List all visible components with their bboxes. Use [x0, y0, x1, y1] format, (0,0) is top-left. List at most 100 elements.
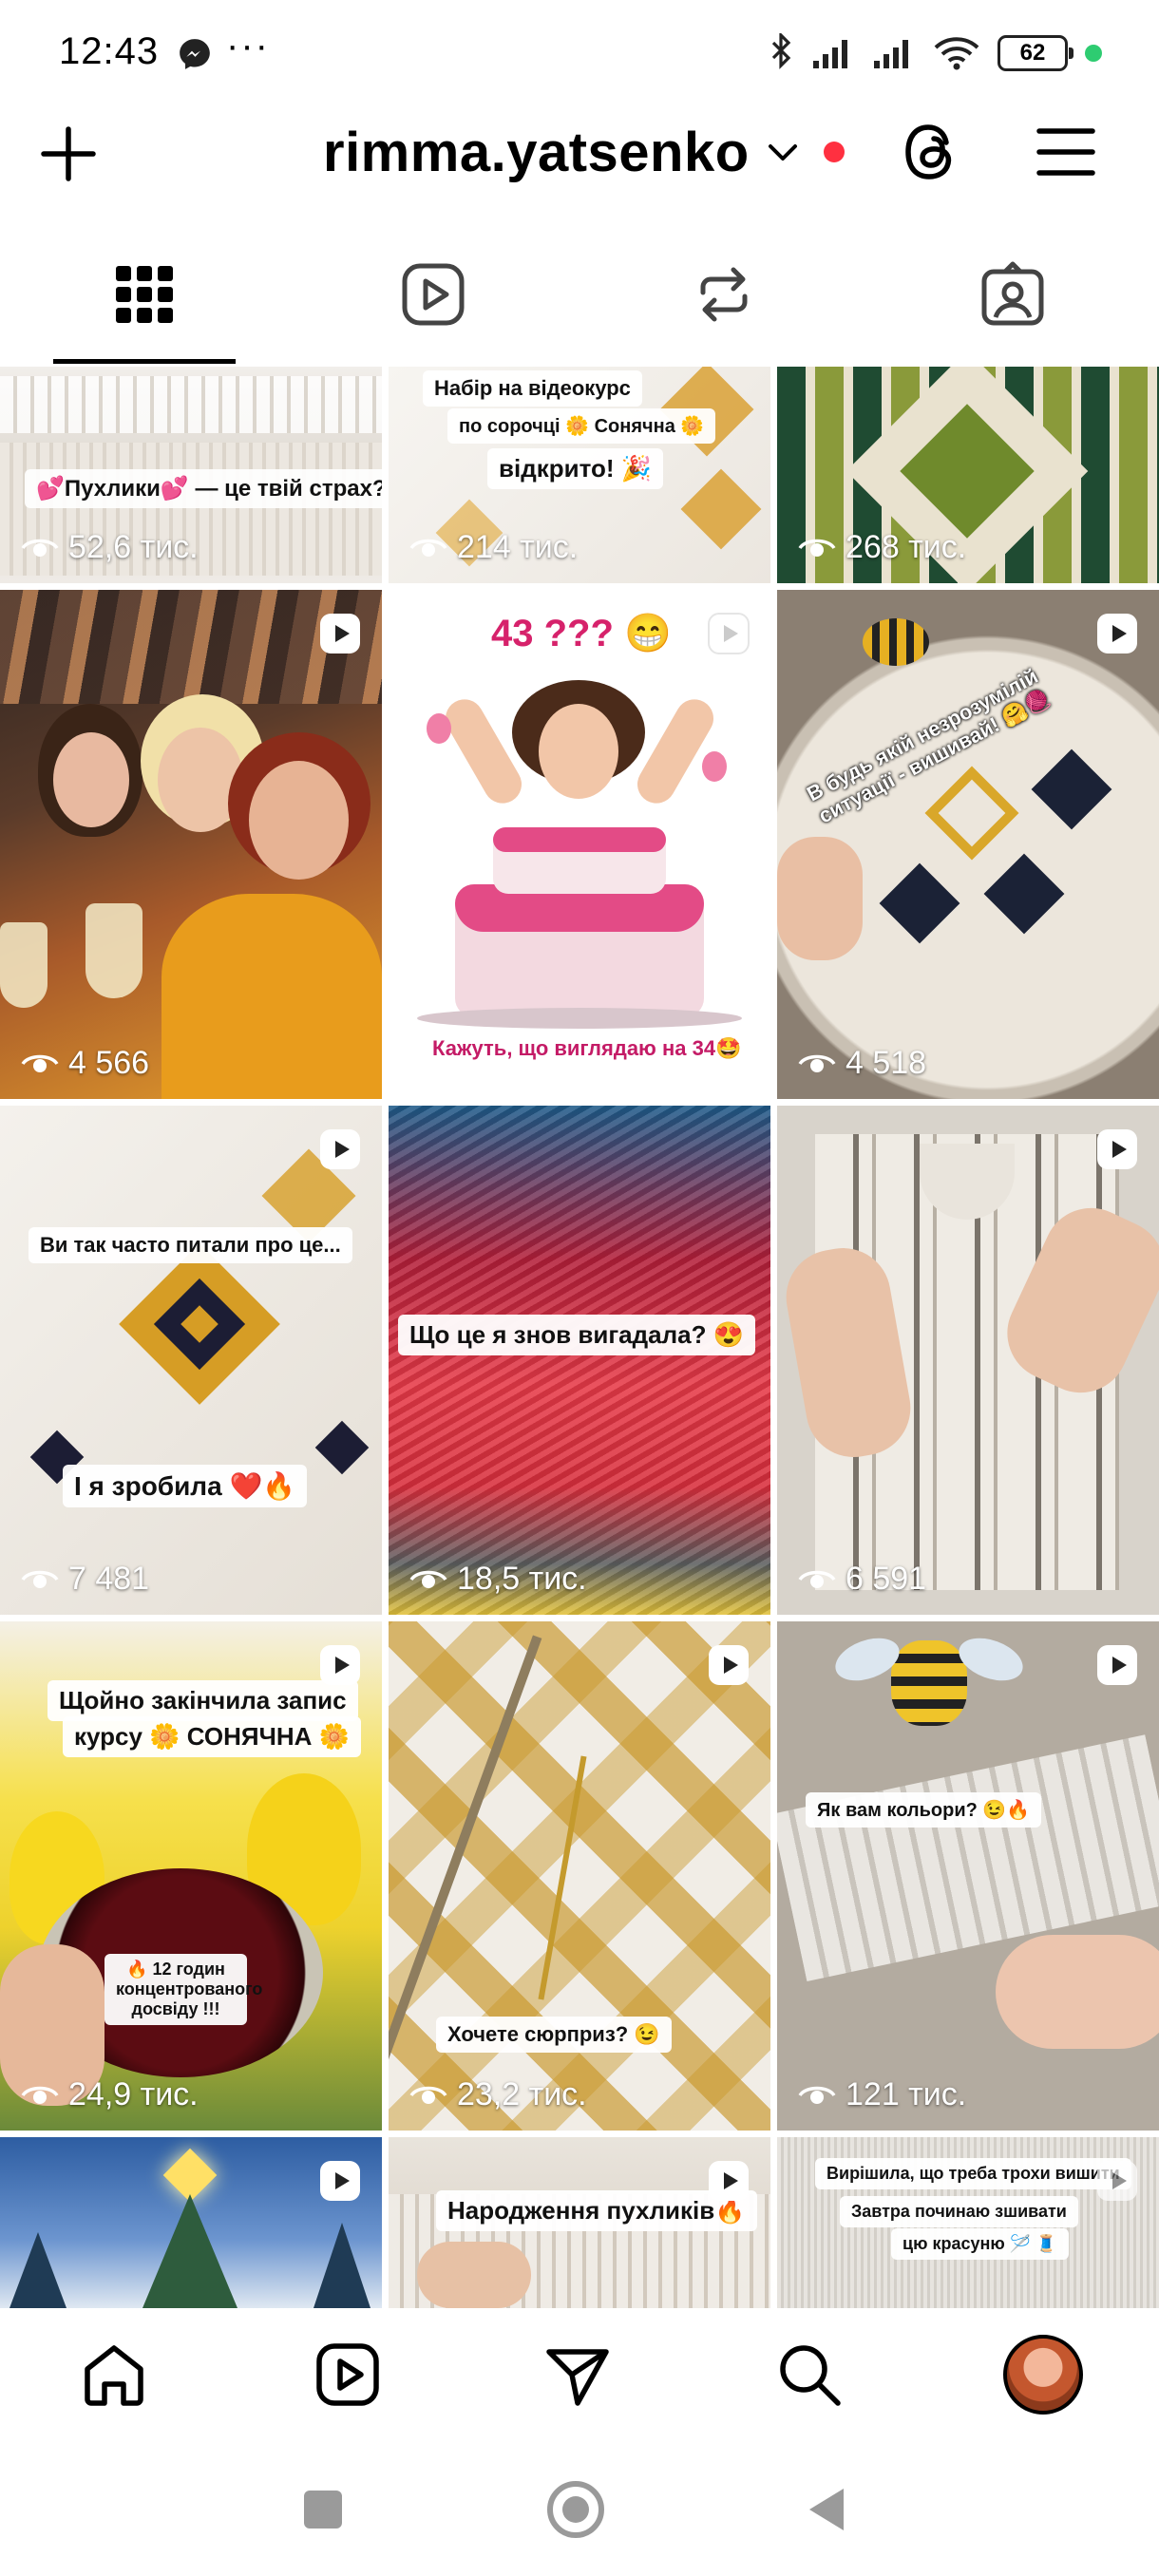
eye-icon [798, 1054, 836, 1072]
view-count: 7 481 [21, 1561, 149, 1598]
post-caption: Що це я знов вигадала? 😍 [398, 1315, 756, 1355]
profile-avatar[interactable] [1003, 2335, 1083, 2415]
view-count: 4 566 [21, 1045, 149, 1082]
grid-post[interactable]: Вирішила, що треба трохи вишити Завтра п… [777, 2137, 1159, 2308]
back-icon[interactable] [809, 2489, 844, 2530]
view-count: 18,5 тис. [409, 1561, 587, 1598]
eye-icon [21, 1054, 59, 1072]
chevron-down-icon [768, 144, 797, 161]
grid-icon[interactable] [110, 260, 179, 329]
grid-post[interactable]: 268 тис. [777, 367, 1159, 583]
eye-icon [21, 2086, 59, 2104]
eye-icon [409, 1570, 447, 1588]
grid-post[interactable]: В будь якій незрозумілій ситуації - виши… [777, 590, 1159, 1099]
eye-icon [409, 539, 447, 557]
reels-icon[interactable] [314, 2340, 382, 2409]
post-caption: курсу 🌼 СОНЯЧНА 🌼 [63, 1716, 361, 1757]
recents-icon[interactable] [304, 2491, 342, 2529]
reel-icon [709, 2161, 749, 2201]
profile-tabs [0, 237, 1159, 367]
grid-post[interactable]: Щойно закінчила запис курсу 🌼 СОНЯЧНА 🌼 … [0, 1621, 382, 2131]
grid-post[interactable]: 6 591 [777, 1106, 1159, 1615]
post-caption: 💕Пухлики💕 — це твій страх? [25, 469, 382, 508]
eye-icon [409, 2086, 447, 2104]
grid-post[interactable]: 43 ??? 😁 Кажуть, що виглядаю на 34🤩 [389, 590, 770, 1099]
post-caption: Завтра починаю зшивати [840, 2196, 1078, 2227]
view-count: 23,2 тис. [409, 2076, 587, 2113]
view-count: 268 тис. [798, 529, 966, 566]
active-tab-indicator [53, 359, 236, 364]
bluetooth-icon [771, 33, 791, 69]
grid-post[interactable]: 4 566 [0, 590, 382, 1099]
reel-icon [320, 1645, 360, 1685]
eye-icon [21, 539, 59, 557]
more-notifications: ··· [226, 25, 270, 66]
profile-header: rimma.yatsenko [0, 95, 1159, 209]
grid-post[interactable]: Народження пухликів🔥 [389, 2137, 770, 2308]
eye-icon [798, 539, 836, 557]
repost-icon[interactable] [690, 260, 758, 329]
reel-icon [709, 1645, 749, 1685]
messenger-icon [180, 39, 210, 69]
post-caption: Набір на відеокурс [423, 370, 642, 407]
post-caption: І я зробила ❤️🔥 [63, 1465, 308, 1507]
view-count: 52,6 тис. [21, 529, 199, 566]
reel-icon [320, 1129, 360, 1169]
plus-icon[interactable] [38, 123, 99, 184]
eye-icon [798, 1570, 836, 1588]
eye-icon [21, 1570, 59, 1588]
notification-dot [823, 142, 845, 162]
post-caption: по сорочці 🌼 Сонячна 🌼 [447, 408, 716, 444]
grid-post[interactable]: 💕Пухлики💕 — це твій страх? 52,6 тис. [0, 367, 382, 583]
system-navigation [0, 2441, 1159, 2576]
post-caption: Кажуть, що виглядаю на 34🤩 [432, 1036, 742, 1060]
reel-icon [320, 614, 360, 653]
reel-icon [1097, 614, 1137, 653]
post-caption: Ви так часто питали про це... [28, 1227, 352, 1263]
bottom-navigation [0, 2308, 1159, 2441]
view-count: 214 тис. [409, 529, 578, 566]
search-icon[interactable] [775, 2340, 844, 2409]
post-caption: Щойно закінчила запис [48, 1680, 358, 1721]
threads-icon[interactable] [899, 118, 963, 186]
view-count: 4 518 [798, 1045, 926, 1082]
post-caption: Хочете сюрприз? 😉 [436, 2017, 672, 2053]
menu-icon[interactable] [1036, 125, 1096, 179]
wifi-icon [934, 37, 979, 70]
reels-tab-icon[interactable] [399, 260, 467, 329]
grid-post[interactable]: Як вам кольори? 😉🔥 121 тис. [777, 1621, 1159, 2131]
status-time: 12:43 [59, 30, 160, 72]
grid-post[interactable]: Набір на відеокурс по сорочці 🌼 Сонячна … [389, 367, 770, 583]
post-caption: відкрито! 🎉 [487, 448, 664, 489]
signal-icon [874, 40, 908, 68]
post-caption: Вирішила, що треба трохи вишити [815, 2158, 1131, 2189]
reel-icon [320, 2161, 360, 2201]
reel-icon [1097, 2161, 1137, 2201]
posts-grid: 💕Пухлики💕 — це твій страх? 52,6 тис. Наб… [0, 367, 1159, 2308]
view-count: 121 тис. [798, 2076, 966, 2113]
view-count: 6 591 [798, 1561, 926, 1598]
account-switcher[interactable]: rimma.yatsenko [323, 118, 845, 186]
status-bar: 12:43 ··· 62 [0, 0, 1159, 95]
tagged-icon[interactable] [978, 260, 1047, 329]
reel-icon [1097, 1129, 1137, 1169]
grid-post[interactable]: Хочете сюрприз? 😉 23,2 тис. [389, 1621, 770, 2131]
post-caption: 🔥 12 годин концентрованого досвіду !!! [104, 1954, 262, 2025]
view-count: 24,9 тис. [21, 2076, 199, 2113]
post-caption: цю красуню 🪡 🧵 [891, 2228, 1069, 2260]
signal-icon [813, 40, 847, 68]
username: rimma.yatsenko [323, 121, 750, 183]
grid-post[interactable]: Ви так часто питали про це... І я зробил… [0, 1106, 382, 1615]
home-icon[interactable] [80, 2340, 148, 2409]
eye-icon [798, 2086, 836, 2104]
grid-post[interactable] [0, 2137, 382, 2308]
reel-icon [708, 613, 750, 654]
send-icon[interactable] [543, 2340, 612, 2409]
post-caption: Як вам кольори? 😉🔥 [806, 1792, 1042, 1828]
grid-post[interactable]: Що це я знов вигадала? 😍 18,5 тис. [389, 1106, 770, 1615]
battery-icon: 62 [998, 35, 1074, 71]
reel-icon [1097, 1645, 1137, 1685]
post-caption: 43 ??? 😁 [491, 613, 672, 654]
home-circle-icon[interactable] [547, 2481, 604, 2538]
privacy-indicator [1085, 45, 1102, 62]
